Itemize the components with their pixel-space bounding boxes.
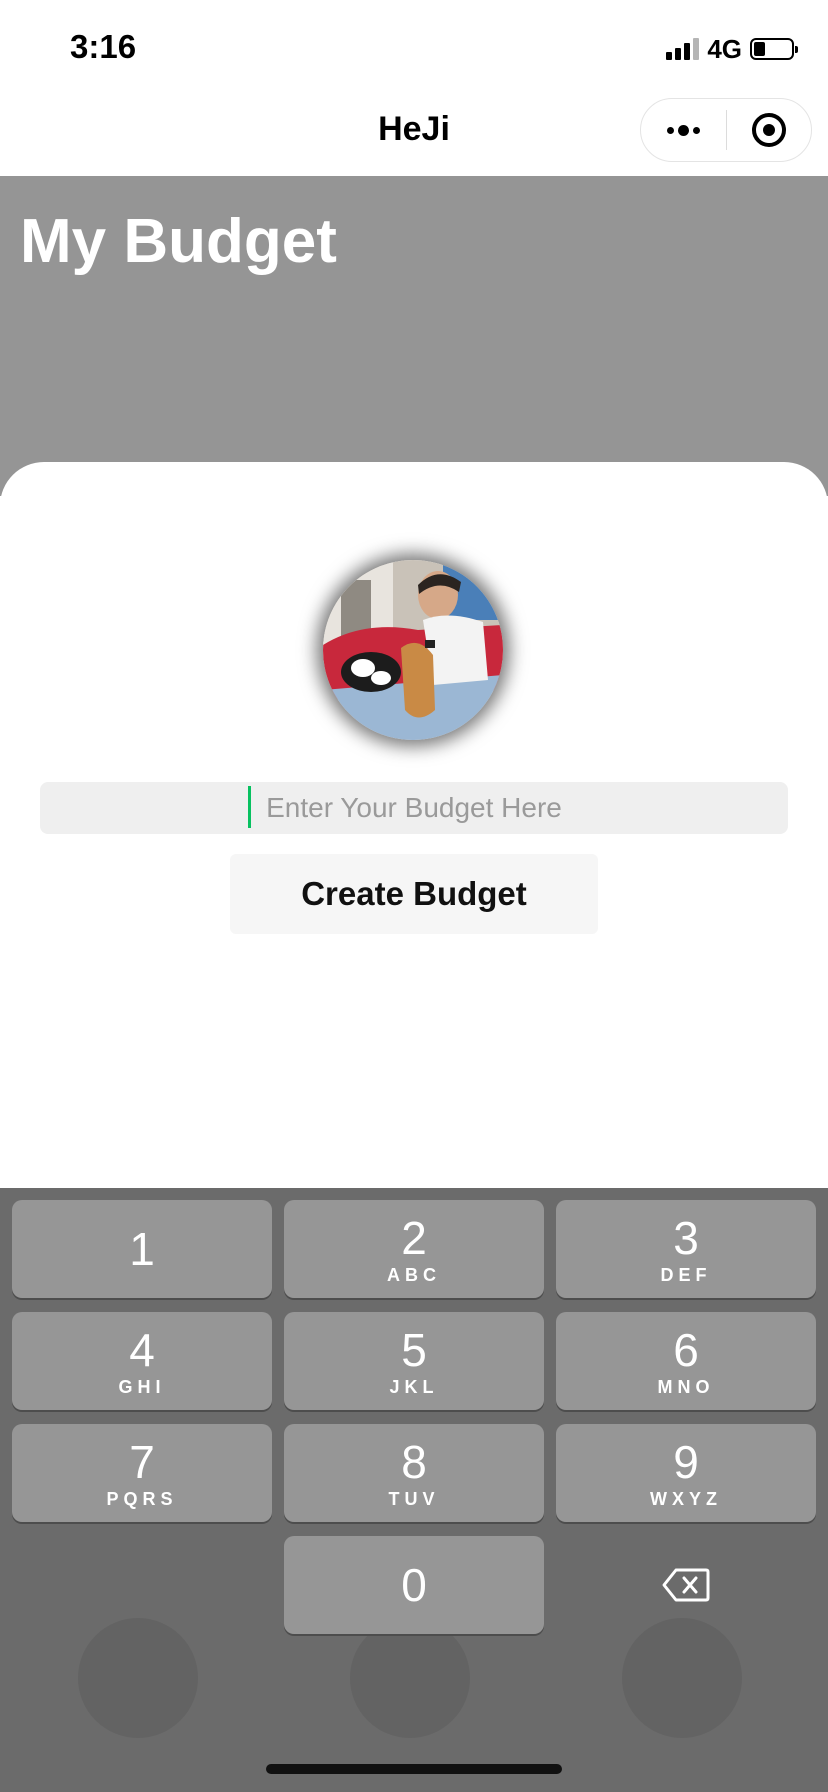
nav-bar: HeJi xyxy=(0,92,828,176)
key-letters: DEF xyxy=(660,1264,712,1285)
key-number: 9 xyxy=(673,1435,699,1488)
key-number: 3 xyxy=(673,1211,699,1264)
avatar-photo xyxy=(323,560,503,740)
ghost-shape xyxy=(78,1618,198,1738)
delete-key[interactable] xyxy=(556,1536,816,1634)
ghost-shape xyxy=(622,1618,742,1738)
key-1[interactable]: 1 xyxy=(12,1200,272,1298)
status-time: 3:16 xyxy=(70,28,137,65)
target-circle-icon xyxy=(751,113,786,147)
key-number: 6 xyxy=(673,1323,699,1376)
miniprogram-capsule xyxy=(640,98,812,162)
numeric-keypad: 1 2 ABC 3 DEF 4 GHI 5 JKL 6 MNO 7 PQRS 8… xyxy=(0,1188,828,1792)
page-title: My Budget xyxy=(20,207,337,276)
signal-icon xyxy=(666,38,700,60)
close-miniprogram-button[interactable] xyxy=(727,99,812,161)
create-budget-button[interactable]: Create Budget xyxy=(230,854,598,934)
key-5[interactable]: 5 JKL xyxy=(284,1312,544,1410)
key-number: 7 xyxy=(129,1435,155,1488)
home-indicator xyxy=(266,1764,562,1774)
battery-icon xyxy=(750,38,798,60)
key-letters: ABC xyxy=(387,1264,441,1285)
key-7[interactable]: 7 PQRS xyxy=(12,1424,272,1522)
more-dots-icon xyxy=(666,124,700,136)
key-letters: GHI xyxy=(118,1376,166,1397)
budget-input[interactable] xyxy=(40,782,788,834)
ghost-shape xyxy=(350,1618,470,1738)
key-3[interactable]: 3 DEF xyxy=(556,1200,816,1298)
key-letters: JKL xyxy=(389,1376,439,1397)
key-4[interactable]: 4 GHI xyxy=(12,1312,272,1410)
key-0[interactable]: 0 xyxy=(284,1536,544,1634)
text-cursor xyxy=(248,786,251,828)
key-number: 1 xyxy=(129,1223,155,1275)
user-avatar xyxy=(323,560,503,740)
backspace-icon xyxy=(662,1568,710,1602)
key-number: 2 xyxy=(401,1211,427,1264)
key-8[interactable]: 8 TUV xyxy=(284,1424,544,1522)
key-number: 5 xyxy=(401,1323,427,1376)
more-button[interactable] xyxy=(641,99,726,161)
key-number: 8 xyxy=(401,1435,427,1488)
key-6[interactable]: 6 MNO xyxy=(556,1312,816,1410)
key-letters: PQRS xyxy=(106,1488,178,1509)
key-2[interactable]: 2 ABC xyxy=(284,1200,544,1298)
key-number: 4 xyxy=(129,1323,155,1376)
network-type: 4G xyxy=(707,33,742,64)
key-letters: MNO xyxy=(657,1376,715,1397)
key-number: 0 xyxy=(401,1559,427,1611)
key-9[interactable]: 9 WXYZ xyxy=(556,1424,816,1522)
status-indicators: 4G xyxy=(666,33,798,64)
key-letters: WXYZ xyxy=(650,1488,722,1509)
status-bar: 3:16 4G xyxy=(0,0,828,92)
budget-card: Create Budget xyxy=(0,462,828,1202)
key-letters: TUV xyxy=(388,1488,440,1509)
